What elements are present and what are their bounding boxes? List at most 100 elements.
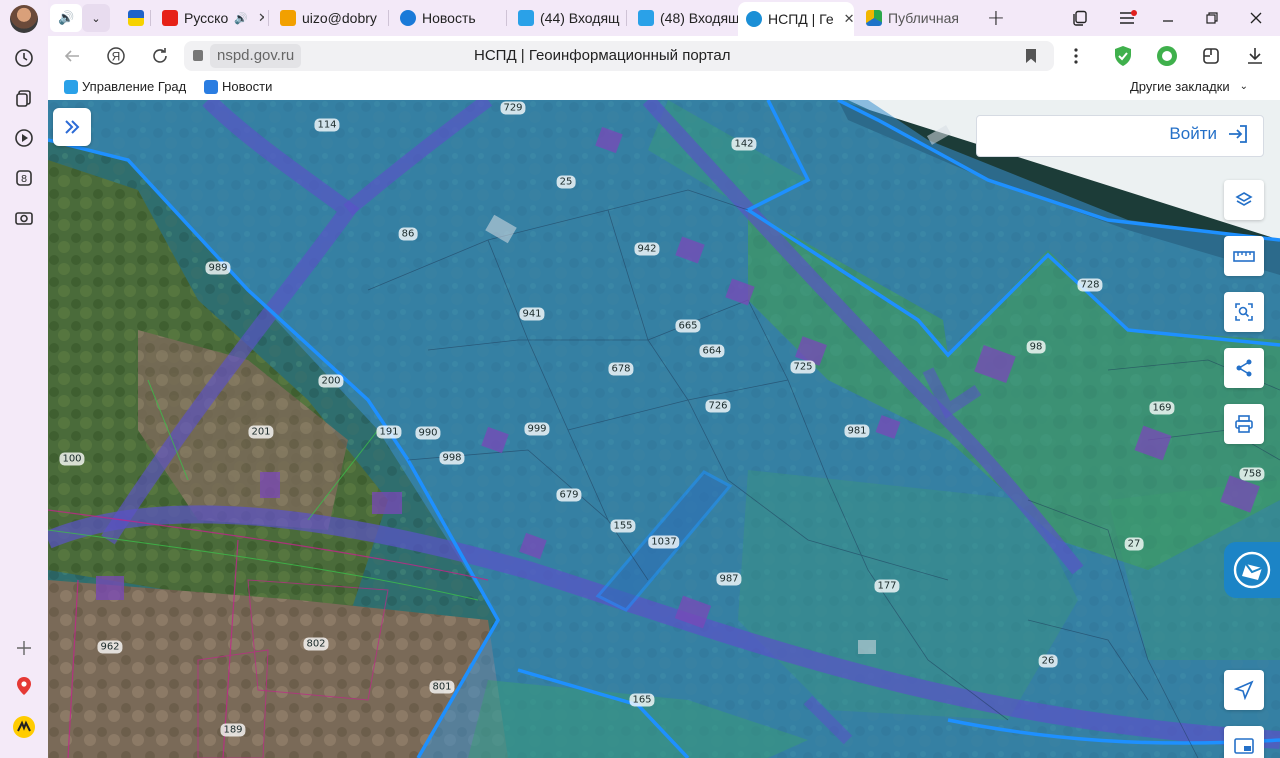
layers-icon: [1235, 192, 1253, 206]
map-viewport[interactable]: 729 114 25 142 86 942 989 941 665 664 72…: [48, 100, 1280, 758]
parcel-label[interactable]: 665: [675, 319, 701, 333]
tab-inbox-48[interactable]: (48) Входящ: [630, 4, 738, 32]
expand-panel-button[interactable]: [53, 108, 91, 146]
parcel-label[interactable]: 177: [874, 579, 900, 593]
print-button[interactable]: [1224, 404, 1264, 444]
other-bookmarks[interactable]: Другие закладки ⌄: [1130, 79, 1248, 94]
screenshot-icon[interactable]: [10, 204, 38, 232]
parcel-label[interactable]: 142: [731, 137, 757, 151]
parcel-label[interactable]: 86: [398, 227, 418, 241]
at-sign-icon: [400, 10, 416, 26]
parcel-label[interactable]: 999: [524, 422, 550, 436]
parcel-label[interactable]: 726: [705, 399, 731, 413]
layers-button[interactable]: [1224, 180, 1264, 220]
tab-public-cadastral[interactable]: Публичная: [858, 4, 968, 32]
parcel-label[interactable]: 27: [1124, 537, 1144, 551]
collections-icon[interactable]: [10, 84, 38, 112]
back-icon[interactable]: [60, 44, 84, 68]
more-menu-icon[interactable]: [1064, 44, 1088, 68]
parcel-label[interactable]: 169: [1149, 401, 1175, 415]
parcel-label[interactable]: 941: [519, 307, 545, 321]
menu-icon[interactable]: [1116, 6, 1140, 30]
add-panel-icon[interactable]: [10, 634, 38, 662]
parcel-label[interactable]: 678: [608, 362, 634, 376]
parcel-label[interactable]: 990: [415, 426, 441, 440]
map-canvas[interactable]: [48, 100, 1280, 758]
parcel-label[interactable]: 200: [318, 374, 344, 388]
vk-icon: [204, 79, 218, 94]
tabs-overview-icon[interactable]: [1068, 6, 1092, 30]
minimap-button[interactable]: [1224, 726, 1264, 758]
extension-ring-icon[interactable]: [1156, 45, 1178, 67]
parcel-label[interactable]: 189: [220, 723, 246, 737]
market-icon[interactable]: [10, 713, 38, 741]
history-icon[interactable]: [10, 44, 38, 72]
printer-icon: [1235, 415, 1253, 433]
address-field[interactable]: nspd.gov.ru НСПД | Геоинформационный пор…: [184, 41, 1054, 71]
parcel-label[interactable]: 26: [1038, 654, 1058, 668]
tab-news[interactable]: Новость: [392, 4, 502, 32]
parcel-label[interactable]: 989: [205, 261, 231, 275]
tab-audio-toggle[interactable]: 🔊: [50, 4, 82, 32]
pkk-icon: [866, 10, 882, 26]
parcel-label[interactable]: 165: [629, 693, 655, 707]
bookmark-icon[interactable]: [1026, 49, 1036, 63]
parcel-label[interactable]: 728: [1077, 278, 1103, 292]
assistant-button[interactable]: [1224, 542, 1280, 598]
parcel-label[interactable]: 664: [699, 344, 725, 358]
tab-mail-dobry[interactable]: uizo@dobry: [272, 4, 382, 32]
mailbox-icon: [64, 79, 78, 94]
parcel-label[interactable]: 981: [844, 424, 870, 438]
download-icon[interactable]: [1244, 45, 1266, 67]
counter-icon[interactable]: 8: [10, 164, 38, 192]
parcel-label[interactable]: 962: [97, 640, 123, 654]
parcel-label[interactable]: 98: [1026, 340, 1046, 354]
parcel-label[interactable]: 942: [634, 242, 660, 256]
parcel-label-1037[interactable]: 1037: [648, 535, 680, 549]
close-icon[interactable]: ✕: [258, 10, 264, 26]
protect-shield-icon[interactable]: [1112, 45, 1134, 67]
tab-youtube[interactable]: Русско 🔊 ✕: [154, 4, 264, 32]
double-chevron-right-icon: [65, 120, 80, 134]
parcel-label[interactable]: 758: [1239, 467, 1265, 481]
bookmarks-bar: Управление Град Новости Другие закладки …: [48, 76, 1280, 100]
profile-avatar[interactable]: [10, 5, 38, 33]
yandex-icon[interactable]: Я: [104, 44, 128, 68]
video-icon[interactable]: [10, 124, 38, 152]
tab-list-dropdown[interactable]: ⌄: [82, 4, 110, 32]
tab-nspd-active[interactable]: НСПД | Ге ✕: [738, 2, 854, 36]
parcel-label[interactable]: 100: [59, 452, 85, 466]
parcel-label[interactable]: 801: [429, 680, 455, 694]
chevron-down-icon: ⌄: [91, 12, 101, 25]
parcel-label[interactable]: 114: [314, 118, 340, 132]
minimize-icon[interactable]: [1156, 6, 1180, 30]
share-button[interactable]: [1224, 348, 1264, 388]
locate-button[interactable]: [1224, 670, 1264, 710]
parcel-label[interactable]: 725: [790, 360, 816, 374]
parcel-label[interactable]: 998: [439, 451, 465, 465]
login-button[interactable]: Войти: [1169, 124, 1249, 144]
tab-label: uizo@dobry: [302, 10, 377, 26]
picture-in-picture-icon: [1234, 738, 1254, 754]
parcel-label[interactable]: 802: [303, 637, 329, 651]
close-window-icon[interactable]: [1244, 6, 1268, 30]
parcel-label[interactable]: 191: [376, 425, 402, 439]
area-select-button[interactable]: [1224, 292, 1264, 332]
extension-puzzle-icon[interactable]: [1200, 45, 1222, 67]
parcel-label[interactable]: 155: [610, 519, 636, 533]
tab-pinned-ukraine[interactable]: [120, 4, 146, 32]
ruler-button[interactable]: [1224, 236, 1264, 276]
parcel-label[interactable]: 201: [248, 425, 274, 439]
tab-inbox-44[interactable]: (44) Входящ: [510, 4, 622, 32]
close-icon[interactable]: ✕: [844, 11, 854, 27]
restore-icon[interactable]: [1200, 6, 1224, 30]
reload-icon[interactable]: [148, 44, 172, 68]
parcel-label[interactable]: 987: [716, 572, 742, 586]
new-tab-button[interactable]: +: [984, 6, 1008, 31]
parcel-label[interactable]: 25: [556, 175, 576, 189]
bookmark-urban-management[interactable]: Управление Град: [64, 79, 190, 94]
parcel-label[interactable]: 679: [556, 488, 582, 502]
bookmark-news[interactable]: Новости: [204, 79, 272, 94]
maps-pin-icon[interactable]: [10, 672, 38, 700]
parcel-label[interactable]: 729: [500, 101, 526, 115]
